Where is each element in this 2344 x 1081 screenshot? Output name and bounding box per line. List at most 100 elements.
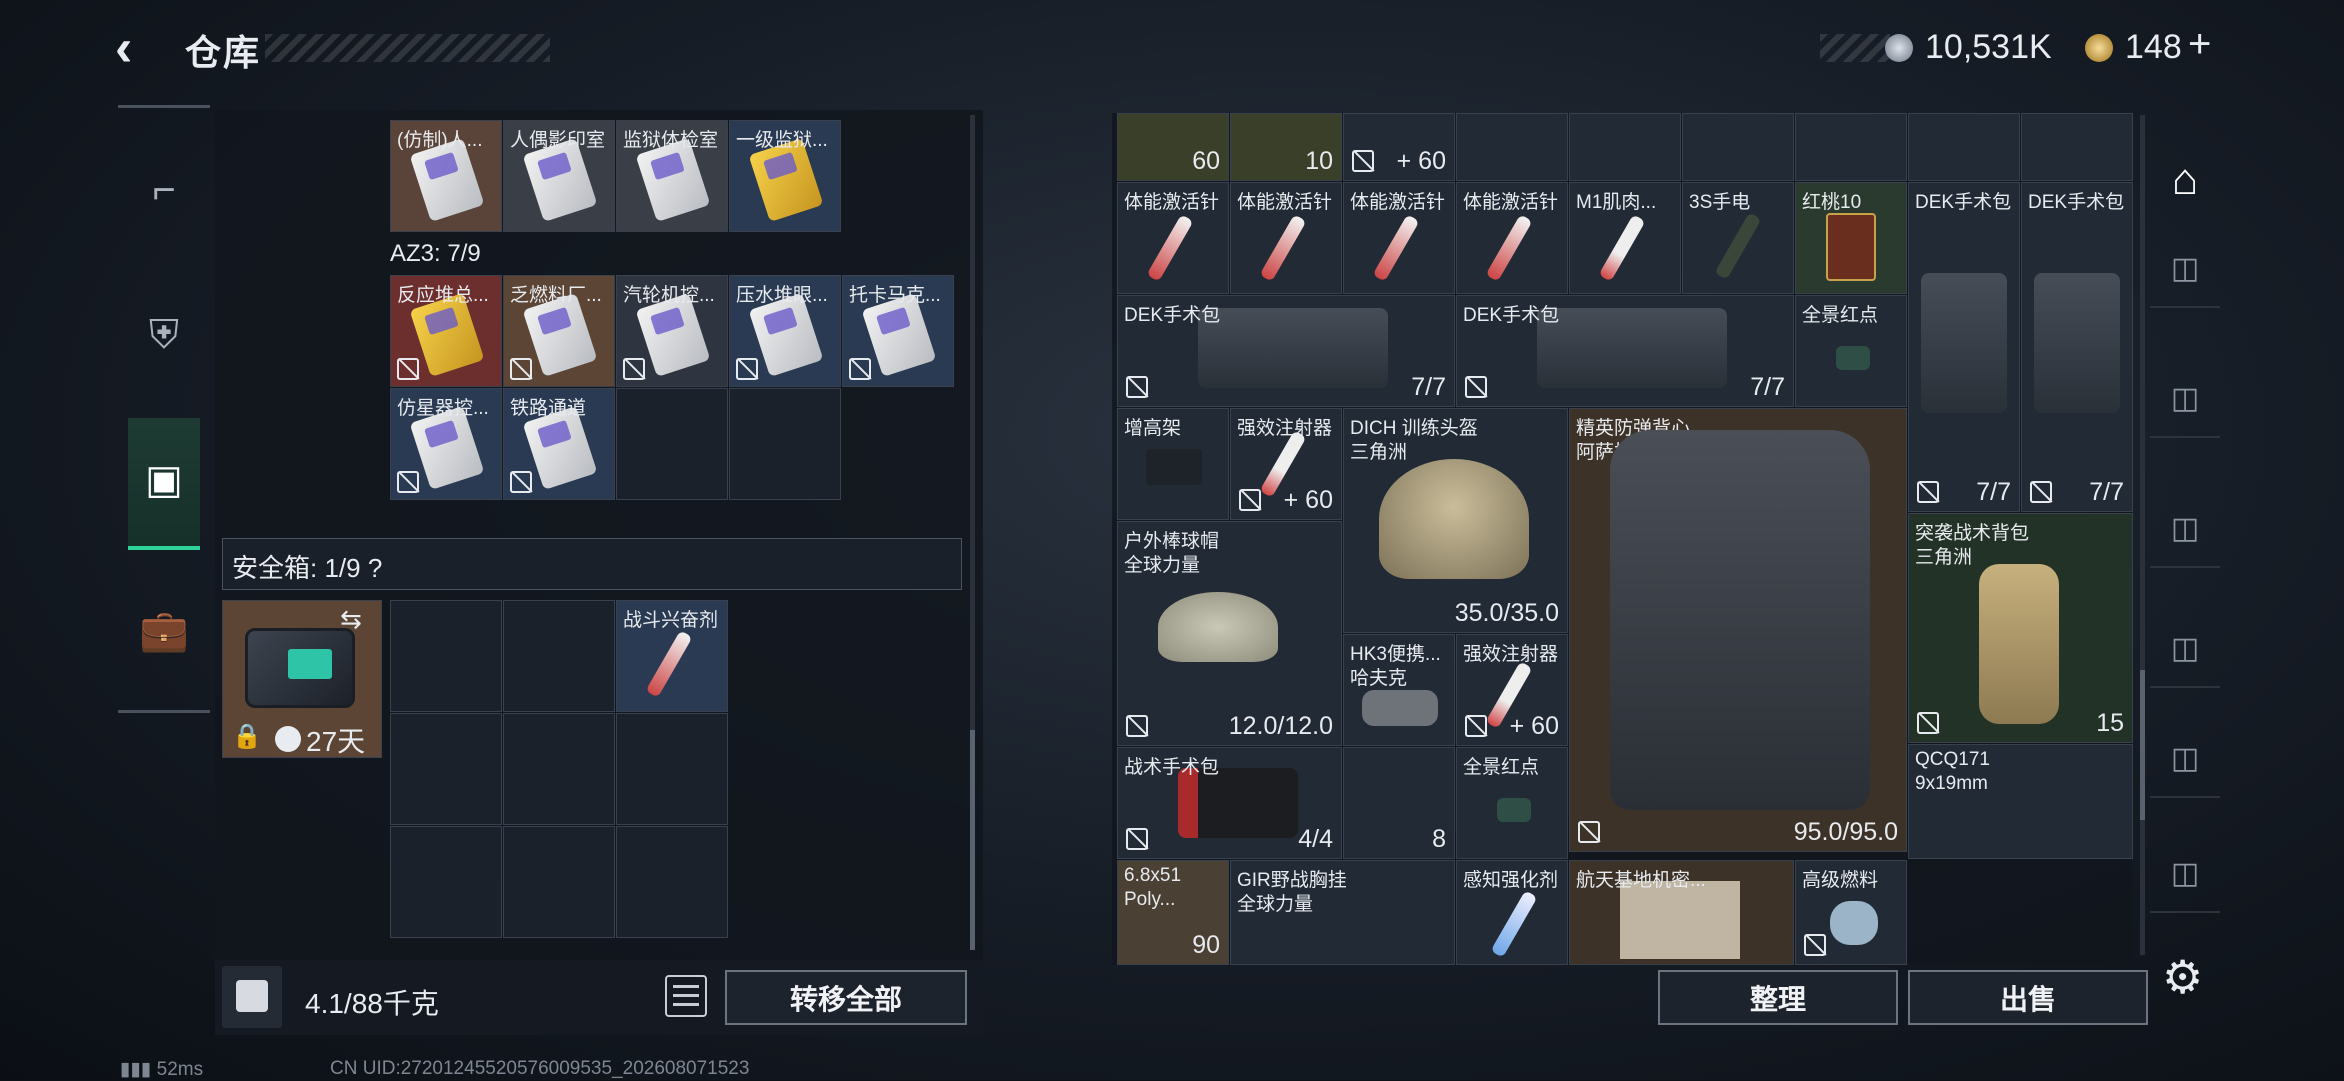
stash-item[interactable]: 60 — [1117, 113, 1229, 181]
empty-slot[interactable] — [616, 713, 728, 825]
stash-item[interactable]: 体能激活针 — [1117, 182, 1229, 294]
stash-item[interactable] — [1682, 113, 1794, 181]
page-title: 仓库 — [185, 32, 262, 73]
money-amount: 10,531K — [1925, 28, 2052, 66]
stash-item[interactable]: DEK手术包 7/7 — [2021, 182, 2133, 512]
stash-item[interactable]: DEK手术包 7/7 — [1908, 182, 2020, 512]
stash-item[interactable] — [1456, 113, 1568, 181]
title-decoration — [265, 34, 550, 62]
stash-item[interactable]: 全景红点 — [1456, 747, 1568, 859]
stash-item[interactable]: 体能激活针 — [1230, 182, 1342, 294]
stash-item[interactable]: 3S手电 — [1682, 182, 1794, 294]
stash-item[interactable]: DEK手术包 7/7 — [1117, 295, 1455, 407]
list-view-button[interactable] — [665, 975, 707, 1017]
scroll-track — [2140, 115, 2145, 955]
stash-tab-5[interactable]: ◫ — [2150, 720, 2220, 798]
keycard-item[interactable]: 监狱体检室 — [616, 120, 728, 232]
stimulant-item[interactable]: 战斗兴奋剂 — [616, 600, 728, 712]
stash-item[interactable] — [1569, 113, 1681, 181]
user-uid: CN UID:27201245520576009535_202608071523 — [330, 1058, 750, 1079]
empty-slot[interactable] — [503, 826, 615, 938]
vest-image — [1610, 430, 1870, 810]
empty-slot[interactable] — [390, 826, 502, 938]
stash-item[interactable]: 6.8x51 Poly... 90 — [1117, 860, 1229, 965]
nav-divider — [118, 710, 210, 713]
scrollbar-thumb[interactable] — [2140, 670, 2145, 820]
stash-item[interactable]: DICH 训练头盔 三角洲 35.0/35.0 — [1343, 408, 1568, 633]
stash-tab-1[interactable]: ◫ — [2150, 230, 2220, 308]
empty-slot[interactable] — [390, 600, 502, 712]
empty-slot[interactable] — [616, 826, 728, 938]
stash-item[interactable]: 体能激活针 — [1456, 182, 1568, 294]
keycard-item[interactable]: 铁路通道 — [503, 388, 615, 500]
empty-slot[interactable] — [729, 388, 841, 500]
storage-icon: ▣ — [145, 458, 183, 502]
container-label: AZ3: 7/9 — [390, 240, 481, 267]
keycard-item[interactable]: 仿星器控... — [390, 388, 502, 500]
stash-item[interactable]: 10 — [1230, 113, 1342, 181]
stash-item[interactable]: 战术手术包 4/4 — [1117, 747, 1342, 859]
stash-tab-6[interactable]: ◫ — [2150, 835, 2220, 913]
help-icon[interactable]: ? — [368, 553, 382, 583]
stash-item[interactable]: 突袭战术背包 三角洲 15 — [1908, 513, 2133, 743]
sell-button[interactable]: 出售 — [1908, 970, 2148, 1025]
keycard-item[interactable]: 人偶影印室 — [503, 120, 615, 232]
keycard-item[interactable]: 乏燃料厂... — [503, 275, 615, 387]
keycard-item[interactable]: (仿制)人... — [390, 120, 502, 232]
stash-item[interactable]: 强效注射器 + 60 — [1230, 408, 1342, 520]
stash-item[interactable] — [1795, 113, 1907, 181]
stash-item[interactable]: 8 — [1343, 747, 1455, 859]
stash-item[interactable]: 强效注射器 + 60 — [1456, 634, 1568, 746]
sort-button[interactable]: 整理 — [1658, 970, 1898, 1025]
stash-item[interactable]: 感知强化剂 — [1456, 860, 1568, 965]
keycard-item[interactable]: 一级监狱... — [729, 120, 841, 232]
stash-item[interactable]: 体能激活针 — [1343, 182, 1455, 294]
stash-item[interactable]: 全景红点 — [1795, 295, 1907, 407]
stash-item[interactable]: QCQ171 9x19mm — [1908, 744, 2133, 859]
stash-item[interactable] — [2021, 113, 2133, 181]
stash-item[interactable]: 航天基地机密... — [1569, 860, 1794, 965]
stash-tab-2[interactable]: ◫ — [2150, 360, 2220, 438]
stash-item[interactable]: 高级燃料 — [1795, 860, 1907, 965]
stash-item[interactable]: GIR野战胸挂 全球力量 — [1230, 860, 1455, 965]
stash-tab-3[interactable]: ◫ — [2150, 490, 2220, 568]
nav-case-icon[interactable]: 💼 — [128, 590, 200, 670]
keycard-item[interactable]: 托卡马克... — [842, 275, 954, 387]
scrollbar-thumb[interactable] — [970, 730, 975, 950]
transfer-all-button[interactable]: 转移全部 — [725, 970, 967, 1025]
stash-tab-4[interactable]: ◫ — [2150, 610, 2220, 688]
back-button[interactable]: ‹ — [115, 22, 163, 74]
add-currency-button[interactable]: + — [2188, 22, 2211, 67]
nav-armor-icon[interactable]: ⛨ — [128, 295, 200, 375]
ping-status: ▮▮▮ 52ms — [120, 1059, 204, 1080]
stash-item[interactable]: 增高架 — [1117, 408, 1229, 520]
empty-slot[interactable] — [390, 713, 502, 825]
safebox-label: 安全箱: 1/9 ? — [232, 553, 383, 583]
rental-days: 27天 — [306, 726, 366, 757]
stash-home-icon[interactable]: ⌂ — [2150, 140, 2220, 220]
swap-icon[interactable]: ⇆ — [340, 604, 362, 635]
stash-item[interactable] — [1908, 113, 2020, 181]
stash-item[interactable]: + 60 — [1343, 113, 1455, 181]
silver-coin-icon — [1885, 34, 1913, 62]
nav-divider — [118, 105, 210, 108]
stash-item[interactable]: DEK手术包 7/7 — [1456, 295, 1794, 407]
empty-slot[interactable] — [616, 388, 728, 500]
clock-icon — [275, 726, 301, 752]
stash-item[interactable]: M1肌肉... — [1569, 182, 1681, 294]
settings-gear-icon[interactable]: ⚙ — [2162, 950, 2203, 1004]
stash-item[interactable]: HK3便携... 哈夫克 — [1343, 634, 1455, 746]
currency-decoration — [1820, 34, 1890, 62]
gold-coin-icon — [2085, 34, 2113, 62]
empty-slot[interactable] — [503, 713, 615, 825]
stash-item[interactable]: 红桃10 — [1795, 182, 1907, 294]
nav-weapon-icon[interactable]: ⌐ — [128, 150, 200, 230]
keycard-item[interactable]: 汽轮机控... — [616, 275, 728, 387]
kg-icon — [236, 980, 268, 1012]
stash-item[interactable]: 户外棒球帽 全球力量 12.0/12.0 — [1117, 521, 1342, 746]
empty-slot[interactable] — [503, 600, 615, 712]
token-amount: 148 — [2125, 28, 2182, 66]
keycard-item[interactable]: 压水堆眼... — [729, 275, 841, 387]
keycard-item[interactable]: 反应堆总... — [390, 275, 502, 387]
weight-text: 4.1/88千克 — [305, 988, 439, 1019]
